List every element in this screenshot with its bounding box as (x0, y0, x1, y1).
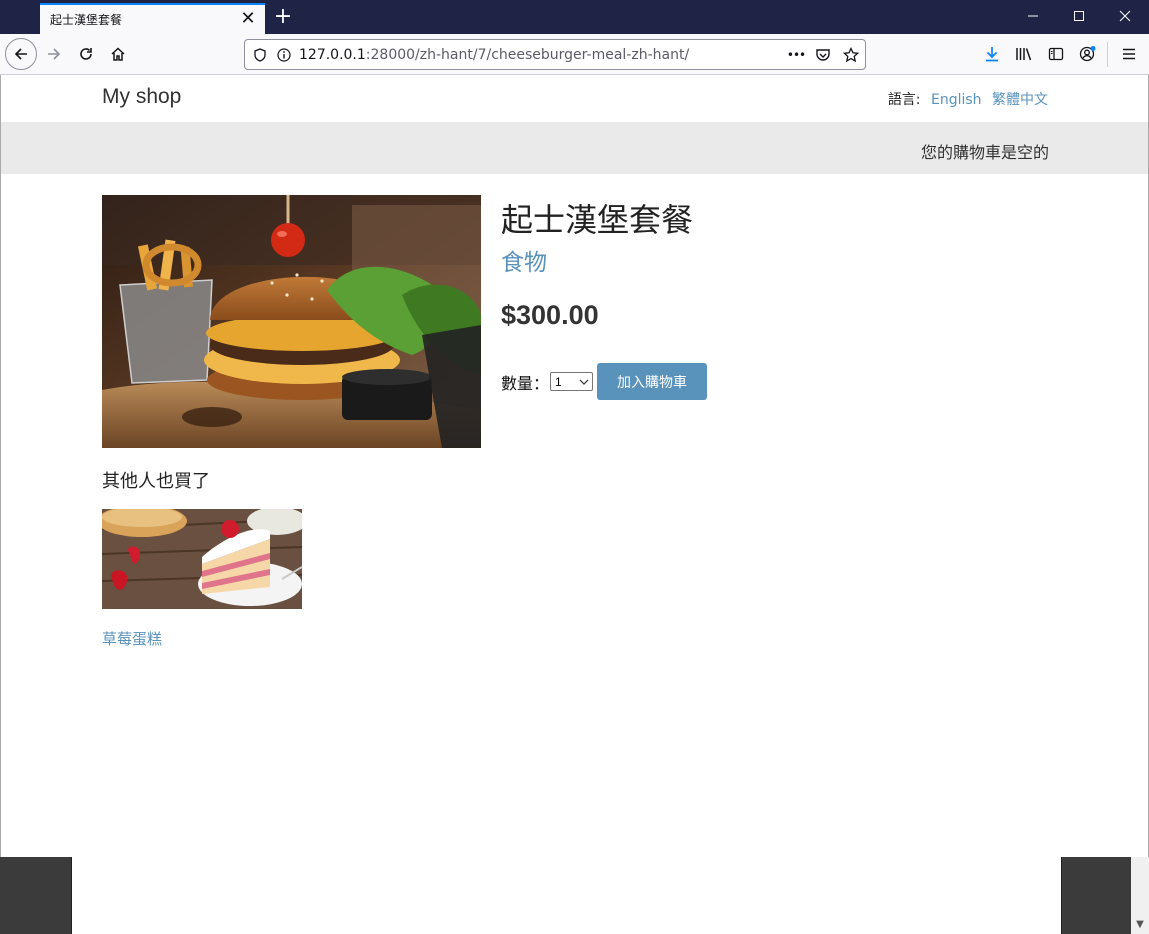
reload-icon (80, 48, 92, 60)
app-menu-button[interactable] (1113, 38, 1145, 70)
quantity-value: 1 (555, 374, 562, 389)
download-icon (986, 47, 998, 62)
chevron-down-icon (579, 379, 589, 385)
library-button[interactable] (1008, 38, 1040, 70)
page-content: My shop 語言: English 繁體中文 您的購物車是空的 起士漢堡套餐… (0, 75, 1149, 857)
downloads-button[interactable] (976, 38, 1008, 70)
url-path: :28000/zh-hant/7/cheeseburger-meal-zh-ha… (365, 46, 690, 63)
pocket-icon[interactable] (812, 45, 834, 65)
account-button[interactable] (1072, 38, 1104, 70)
scroll-down-arrow-icon[interactable]: ▼ (1131, 916, 1149, 934)
add-to-cart-form: 數量： 1 加入購物車 (501, 363, 708, 400)
product-image (102, 195, 481, 448)
quantity-select[interactable]: 1 (550, 372, 594, 391)
url-text[interactable]: 127.0.0.1:28000/zh-hant/7/cheeseburger-m… (299, 47, 689, 63)
minimize-window-button[interactable] (1010, 0, 1056, 34)
bookmark-star-icon[interactable] (840, 45, 862, 65)
language-link-traditional-chinese[interactable]: 繁體中文 (992, 92, 1048, 108)
add-to-cart-button[interactable]: 加入購物車 (597, 363, 708, 400)
product-price: $300.00 (501, 300, 599, 330)
browser-toolbar: 127.0.0.1:28000/zh-hant/7/cheeseburger-m… (0, 34, 1149, 75)
home-icon (111, 47, 125, 61)
new-tab-button[interactable]: + (271, 4, 295, 30)
close-window-button[interactable] (1102, 0, 1148, 34)
language-label: 語言: (887, 92, 921, 108)
maximize-icon (1074, 11, 1084, 21)
home-button[interactable] (102, 38, 134, 70)
recommended-product-image[interactable] (102, 509, 302, 609)
maximize-window-button[interactable] (1056, 0, 1102, 34)
close-icon (1119, 10, 1131, 22)
toolbar-separator (1107, 42, 1108, 67)
tab-title: 起士漢堡套餐 (50, 13, 123, 27)
language-link-english[interactable]: English (931, 92, 982, 108)
recommended-product-link[interactable]: 草莓蛋糕 (102, 628, 162, 649)
page-actions-icon[interactable]: ••• (785, 45, 807, 65)
hamburger-menu-icon (1123, 48, 1135, 60)
tracking-shield-icon[interactable] (253, 47, 267, 62)
back-arrow-icon (14, 48, 27, 60)
browser-titlebar: 起士漢堡套餐 ✕ + (0, 0, 1149, 34)
product-name: 起士漢堡套餐 (501, 201, 694, 239)
sidebar-button[interactable] (1040, 38, 1072, 70)
browser-tab-active[interactable]: 起士漢堡套餐 ✕ (40, 3, 265, 34)
quantity-label: 數量： (501, 373, 550, 393)
recommendations-title: 其他人也買了 (102, 471, 210, 492)
site-info-icon[interactable] (277, 47, 291, 62)
forward-button[interactable] (38, 38, 70, 70)
back-button[interactable] (5, 38, 37, 70)
cart-status: 您的購物車是空的 (920, 143, 1049, 162)
minimize-icon (1028, 15, 1038, 17)
site-title[interactable]: My shop (102, 85, 181, 109)
product-category-link[interactable]: 食物 (501, 243, 547, 277)
forward-arrow-icon (48, 48, 61, 60)
url-bar[interactable]: 127.0.0.1:28000/zh-hant/7/cheeseburger-m… (244, 39, 866, 70)
library-icon (1016, 48, 1032, 61)
sidebar-icon (1048, 47, 1064, 61)
tab-close-icon[interactable]: ✕ (239, 9, 257, 29)
language-switcher: 語言: English 繁體中文 (888, 89, 1048, 109)
url-host: 127.0.0.1 (299, 46, 366, 63)
cart-bar: 您的購物車是空的 (1, 122, 1148, 174)
bottom-pane-content (71, 857, 1062, 934)
reload-button[interactable] (70, 38, 102, 70)
account-icon (1079, 46, 1096, 62)
